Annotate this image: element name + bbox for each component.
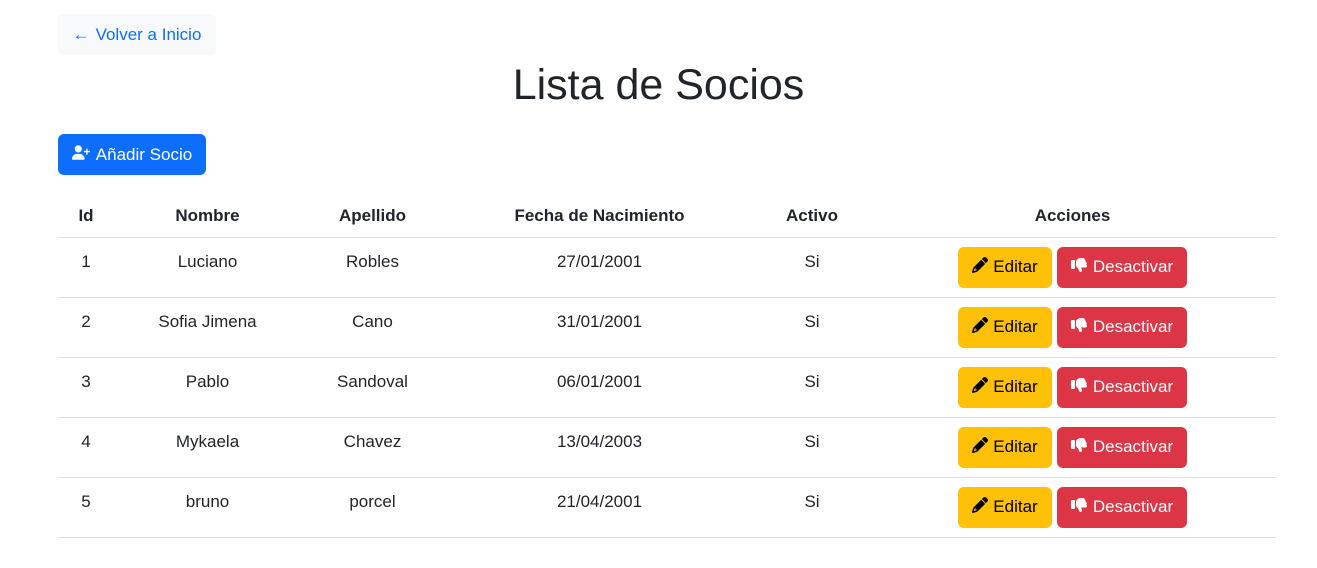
edit-button[interactable]: Editar: [958, 366, 1052, 408]
cell-activo: Si: [755, 297, 869, 358]
thumbs-down-icon: [1070, 497, 1087, 518]
edit-button[interactable]: Editar: [958, 426, 1052, 468]
cell-nombre: Luciano: [114, 237, 301, 298]
cell-acciones: Editar Desactivar: [869, 417, 1276, 478]
cell-fecha: 13/04/2003: [444, 417, 755, 478]
row-actions: Editar Desactivar: [869, 246, 1276, 288]
arrow-left-icon: ←: [72, 25, 90, 44]
cell-apellido: Robles: [301, 237, 444, 298]
table-row: 3 Pablo Sandoval 06/01/2001 Si Editar De…: [58, 357, 1276, 418]
column-header-fecha: Fecha de Nacimiento: [444, 196, 755, 238]
cell-fecha: 31/01/2001: [444, 297, 755, 358]
members-table: Id Nombre Apellido Fecha de Nacimiento A…: [58, 196, 1276, 538]
cell-acciones: Editar Desactivar: [869, 297, 1276, 358]
deactivate-label: Desactivar: [1092, 317, 1174, 336]
deactivate-label: Desactivar: [1092, 377, 1174, 396]
cell-fecha: 06/01/2001: [444, 357, 755, 418]
cell-apellido: Cano: [301, 297, 444, 358]
cell-activo: Si: [755, 237, 869, 298]
cell-activo: Si: [755, 477, 869, 538]
deactivate-label: Desactivar: [1092, 497, 1174, 516]
cell-acciones: Editar Desactivar: [869, 477, 1276, 538]
cell-id: 4: [58, 417, 114, 478]
edit-button[interactable]: Editar: [958, 486, 1052, 528]
edit-label: Editar: [993, 377, 1038, 396]
cell-acciones: Editar Desactivar: [869, 357, 1276, 418]
column-header-activo: Activo: [755, 196, 869, 238]
back-button-label: Volver a Inicio: [95, 24, 202, 44]
pencil-icon: [972, 496, 989, 518]
cell-acciones: Editar Desactivar: [869, 237, 1276, 298]
cell-activo: Si: [755, 357, 869, 418]
thumbs-down-icon: [1070, 437, 1087, 458]
thumbs-down-icon: [1070, 257, 1087, 278]
pencil-icon: [972, 376, 989, 398]
cell-nombre: Mykaela: [114, 417, 301, 478]
column-header-acciones: Acciones: [869, 196, 1276, 238]
cell-fecha: 27/01/2001: [444, 237, 755, 298]
cell-id: 2: [58, 297, 114, 358]
cell-id: 3: [58, 357, 114, 418]
add-member-button[interactable]: Añadir Socio: [58, 134, 206, 175]
page: ← Volver a Inicio Lista de Socios Añadir…: [0, 0, 1317, 568]
column-header-id: Id: [58, 196, 114, 238]
row-actions: Editar Desactivar: [869, 426, 1276, 468]
deactivate-button[interactable]: Desactivar: [1057, 306, 1187, 348]
cell-id: 5: [58, 477, 114, 538]
thumbs-down-icon: [1070, 317, 1087, 338]
cell-activo: Si: [755, 417, 869, 478]
row-actions: Editar Desactivar: [869, 306, 1276, 348]
edit-button[interactable]: Editar: [958, 246, 1052, 288]
row-actions: Editar Desactivar: [869, 366, 1276, 408]
table-row: 4 Mykaela Chavez 13/04/2003 Si Editar De…: [58, 417, 1276, 478]
edit-label: Editar: [993, 497, 1038, 516]
table-body: 1 Luciano Robles 27/01/2001 Si Editar De…: [58, 237, 1276, 538]
edit-label: Editar: [993, 437, 1038, 456]
table-header-row: Id Nombre Apellido Fecha de Nacimiento A…: [58, 196, 1276, 238]
pencil-icon: [972, 256, 989, 278]
deactivate-button[interactable]: Desactivar: [1057, 426, 1187, 468]
user-plus-icon: [71, 144, 90, 165]
cell-apellido: porcel: [301, 477, 444, 538]
table-row: 2 Sofia Jimena Cano 31/01/2001 Si Editar…: [58, 297, 1276, 358]
table-row: 1 Luciano Robles 27/01/2001 Si Editar De…: [58, 237, 1276, 298]
thumbs-down-icon: [1070, 377, 1087, 398]
column-header-nombre: Nombre: [114, 196, 301, 238]
cell-id: 1: [58, 237, 114, 298]
cell-nombre: bruno: [114, 477, 301, 538]
deactivate-button[interactable]: Desactivar: [1057, 246, 1187, 288]
cell-apellido: Chavez: [301, 417, 444, 478]
page-title: Lista de Socios: [512, 61, 805, 109]
edit-label: Editar: [993, 317, 1038, 336]
pencil-icon: [972, 436, 989, 458]
cell-nombre: Sofia Jimena: [114, 297, 301, 358]
deactivate-button[interactable]: Desactivar: [1057, 366, 1187, 408]
pencil-icon: [972, 316, 989, 338]
cell-fecha: 21/04/2001: [444, 477, 755, 538]
cell-apellido: Sandoval: [301, 357, 444, 418]
deactivate-label: Desactivar: [1092, 437, 1174, 456]
edit-label: Editar: [993, 257, 1038, 276]
add-member-label: Añadir Socio: [95, 144, 193, 164]
deactivate-button[interactable]: Desactivar: [1057, 486, 1187, 528]
deactivate-label: Desactivar: [1092, 257, 1174, 276]
edit-button[interactable]: Editar: [958, 306, 1052, 348]
row-actions: Editar Desactivar: [869, 486, 1276, 528]
table-row: 5 bruno porcel 21/04/2001 Si Editar Desa…: [58, 477, 1276, 538]
back-to-home-button[interactable]: ← Volver a Inicio: [58, 14, 216, 55]
column-header-apellido: Apellido: [301, 196, 444, 238]
cell-nombre: Pablo: [114, 357, 301, 418]
